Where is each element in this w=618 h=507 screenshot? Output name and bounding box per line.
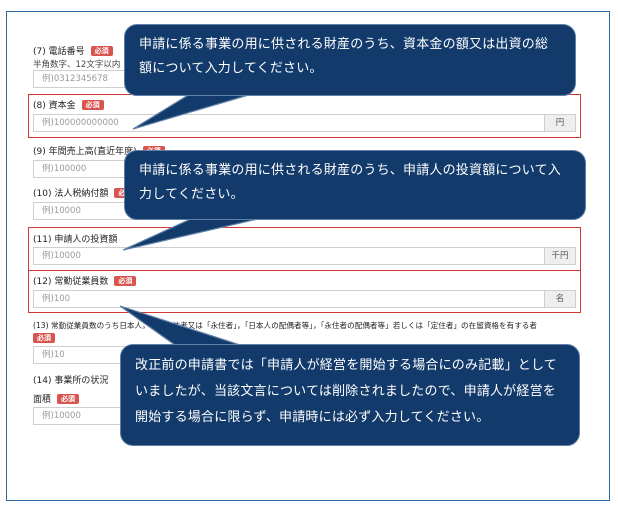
office-label: (14) 事業所の状況 [33, 376, 109, 386]
employees-label: (12) 常勤従業員数 必須 [33, 274, 137, 287]
required-badge: 必須 [57, 394, 80, 404]
employees-japanese-required: 必須 [33, 333, 55, 344]
investment-label: (11) 申請人の投資額 [33, 235, 118, 245]
top-callout: 申請に係る事業の用に供される財産のうち、資本金の額又は出資の総額について入力して… [124, 24, 576, 96]
investment-unit: 千円 [544, 248, 575, 264]
required-badge: 必須 [81, 100, 104, 110]
middle-callout: 申請に係る事業の用に供される財産のうち、申請人の投資額について入力してください。 [124, 150, 586, 220]
required-badge: 必須 [90, 46, 113, 56]
employees-placeholder: 例)100 [42, 294, 71, 304]
capital-placeholder: 例)100000000000 [42, 118, 119, 128]
investment-input[interactable]: 例)10000 千円 [33, 247, 576, 265]
office-area-label: 面積 必須 [33, 392, 80, 405]
employees-input[interactable]: 例)100 名 [33, 290, 576, 308]
capital-unit: 円 [544, 115, 575, 131]
investment-placeholder: 例)10000 [42, 251, 81, 261]
capital-input[interactable]: 例)100000000000 円 [33, 114, 576, 132]
employees-japanese-label: (13) 常勤従業員数のうち日本人，特別永住者又は「永住者」，「日本人の配偶者等… [33, 321, 537, 330]
capital-label: (8) 資本金 必須 [33, 98, 104, 111]
employees-unit: 名 [544, 291, 575, 307]
phone-label: (7) 電話番号 必須 [33, 44, 113, 57]
tax-label: (10) 法人税納付額必須 [33, 186, 137, 199]
bottom-callout: 改正前の申請書では「申請人が経営を開始する場合にのみ記載」としていましたが、当該… [120, 344, 580, 446]
required-badge: 必須 [114, 276, 137, 286]
required-badge: 必須 [33, 333, 55, 343]
phone-sublabel: 半角数字、12文字以内 [33, 60, 121, 70]
